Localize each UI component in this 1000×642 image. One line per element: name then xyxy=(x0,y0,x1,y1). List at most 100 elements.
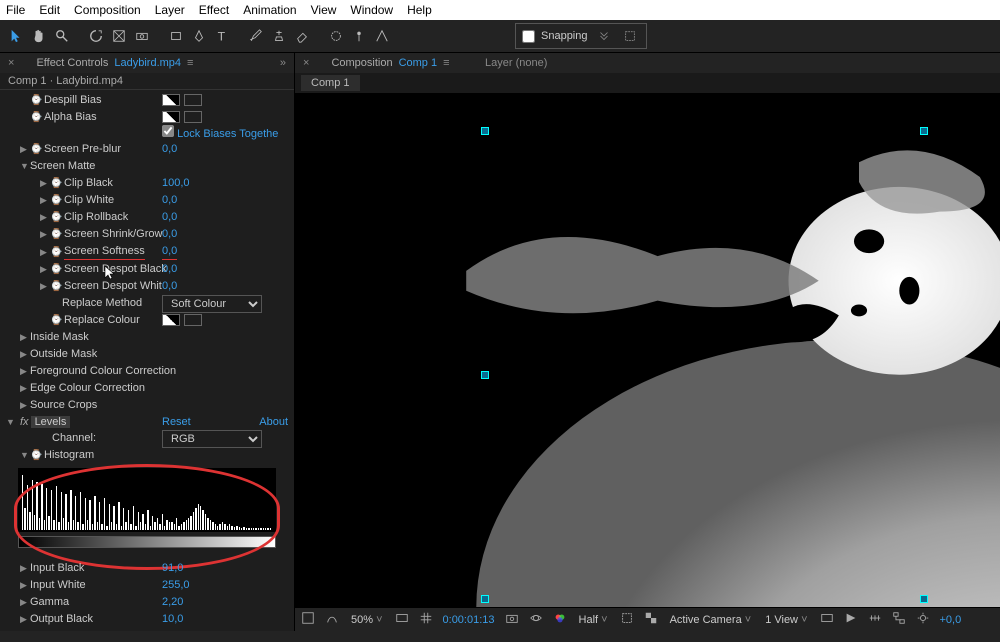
twirl-icon[interactable] xyxy=(40,227,50,242)
histogram-widget[interactable] xyxy=(18,468,276,558)
val-screen-shrink[interactable]: 0,0 xyxy=(162,227,177,242)
menu-effect[interactable]: Effect xyxy=(199,3,229,17)
menu-help[interactable]: Help xyxy=(407,3,432,17)
twirl-icon[interactable] xyxy=(20,364,30,379)
effect-levels[interactable]: Levels xyxy=(31,416,71,428)
replace-colour-eyedropper-icon[interactable] xyxy=(184,314,202,326)
panel-overflow-icon[interactable]: » xyxy=(280,57,286,69)
zoom-level[interactable]: 50% xyxy=(349,614,385,626)
snapshot-icon[interactable] xyxy=(505,611,519,628)
channel-dropdown[interactable]: RGB xyxy=(162,430,262,448)
clone-stamp-tool-icon[interactable] xyxy=(269,26,289,46)
val-output-white[interactable]: 255,0 xyxy=(162,629,190,631)
bbox-handle-br[interactable] xyxy=(920,595,928,603)
twirl-icon[interactable] xyxy=(20,629,30,631)
comp-source[interactable]: Comp 1 xyxy=(399,57,438,69)
twirl-icon[interactable] xyxy=(20,561,30,576)
val-screen-despot-black[interactable]: 0,0 xyxy=(162,262,177,277)
twirl-icon[interactable] xyxy=(20,448,30,463)
zoom-tool-icon[interactable] xyxy=(52,26,72,46)
views-dropdown[interactable]: 1 View xyxy=(763,614,809,626)
levels-reset-link[interactable]: Reset xyxy=(162,416,191,428)
twirl-icon[interactable] xyxy=(20,578,30,593)
twirl-icon[interactable] xyxy=(40,279,50,294)
roto-brush-tool-icon[interactable] xyxy=(326,26,346,46)
selection-tool-icon[interactable] xyxy=(6,26,26,46)
panel-source[interactable]: Ladybird.mp4 xyxy=(114,57,181,69)
val-input-white[interactable]: 255,0 xyxy=(162,578,190,593)
twirl-icon[interactable] xyxy=(20,381,30,396)
bbox-handle-tr[interactable] xyxy=(920,127,928,135)
orbit-tool-icon[interactable] xyxy=(86,26,106,46)
fast-preview-icon[interactable] xyxy=(844,611,858,628)
snap-bounds-icon[interactable] xyxy=(620,26,640,46)
tab-comp1[interactable]: Comp 1 xyxy=(301,75,360,91)
twirl-icon[interactable] xyxy=(20,612,30,627)
timecode[interactable]: 0:00:01:13 xyxy=(443,614,495,626)
local-axis-icon[interactable] xyxy=(372,26,392,46)
val-screen-preblur[interactable]: 0,0 xyxy=(162,142,177,157)
twirl-icon[interactable] xyxy=(6,417,18,427)
transparency-grid-icon[interactable] xyxy=(644,611,658,628)
twirl-icon[interactable] xyxy=(40,210,50,225)
puppet-pin-tool-icon[interactable] xyxy=(349,26,369,46)
camera-dropdown[interactable]: Active Camera xyxy=(668,614,754,626)
twirl-icon[interactable] xyxy=(20,330,30,345)
snapping-toggle[interactable]: Snapping xyxy=(515,23,647,49)
grid-icon[interactable] xyxy=(419,611,433,628)
bbox-handle-bl[interactable] xyxy=(481,595,489,603)
menu-composition[interactable]: Composition xyxy=(74,3,141,17)
menu-window[interactable]: Window xyxy=(350,3,393,17)
val-output-black[interactable]: 10,0 xyxy=(162,612,183,627)
flowchart-icon[interactable] xyxy=(892,611,906,628)
val-clip-white[interactable]: 0,0 xyxy=(162,193,177,208)
lock-biases-checkbox[interactable] xyxy=(162,125,174,137)
twirl-icon[interactable] xyxy=(20,142,30,157)
panel-close-icon[interactable]: × xyxy=(8,57,14,69)
menu-file[interactable]: File xyxy=(6,3,25,17)
pixel-aspect-icon[interactable] xyxy=(820,611,834,628)
timeline-icon[interactable] xyxy=(868,611,882,628)
alpha-bias-swatch[interactable] xyxy=(162,111,180,123)
despill-bias-eyedropper-icon[interactable] xyxy=(184,94,202,106)
menu-layer[interactable]: Layer xyxy=(155,3,185,17)
pen-tool-icon[interactable] xyxy=(189,26,209,46)
bbox-handle-tl[interactable] xyxy=(481,127,489,135)
histogram-gradient[interactable] xyxy=(18,536,276,548)
exposure-reset-icon[interactable] xyxy=(916,611,930,628)
hand-tool-icon[interactable] xyxy=(29,26,49,46)
mask-path-icon[interactable] xyxy=(325,611,339,628)
rectangle-tool-icon[interactable] xyxy=(166,26,186,46)
resolution-dropdown[interactable]: Half xyxy=(577,614,610,626)
roi-icon[interactable] xyxy=(620,611,634,628)
levels-about-link[interactable]: About xyxy=(259,416,288,428)
pan-behind-tool-icon[interactable] xyxy=(109,26,129,46)
channel-rgb-icon[interactable] xyxy=(553,611,567,628)
camera-tool-icon[interactable] xyxy=(132,26,152,46)
snapping-opts-icon[interactable] xyxy=(594,26,614,46)
replace-method-dropdown[interactable]: Soft Colour xyxy=(162,295,262,313)
snapping-checkbox[interactable] xyxy=(522,30,535,43)
brush-tool-icon[interactable] xyxy=(246,26,266,46)
exposure-value[interactable]: +0,0 xyxy=(940,614,962,626)
show-snapshot-icon[interactable] xyxy=(529,611,543,628)
replace-colour-swatch[interactable] xyxy=(162,314,180,326)
bbox-handle-ml[interactable] xyxy=(481,371,489,379)
val-clip-black[interactable]: 100,0 xyxy=(162,176,190,191)
resolution-icon[interactable] xyxy=(395,611,409,628)
composition-viewport[interactable] xyxy=(295,93,1000,607)
val-input-black[interactable]: 91,0 xyxy=(162,561,183,576)
val-clip-rollback[interactable]: 0,0 xyxy=(162,210,177,225)
eraser-tool-icon[interactable] xyxy=(292,26,312,46)
twirl-icon[interactable] xyxy=(40,262,50,277)
twirl-icon[interactable] xyxy=(40,245,50,260)
alpha-boundary-icon[interactable] xyxy=(301,611,315,628)
text-tool-icon[interactable]: T xyxy=(212,26,232,46)
val-screen-despot-white[interactable]: 0,0 xyxy=(162,279,177,294)
despill-bias-swatch[interactable] xyxy=(162,94,180,106)
twirl-icon[interactable] xyxy=(40,176,50,191)
twirl-icon[interactable] xyxy=(20,347,30,362)
menu-edit[interactable]: Edit xyxy=(39,3,60,17)
twirl-icon[interactable] xyxy=(40,193,50,208)
menu-animation[interactable]: Animation xyxy=(243,3,296,17)
